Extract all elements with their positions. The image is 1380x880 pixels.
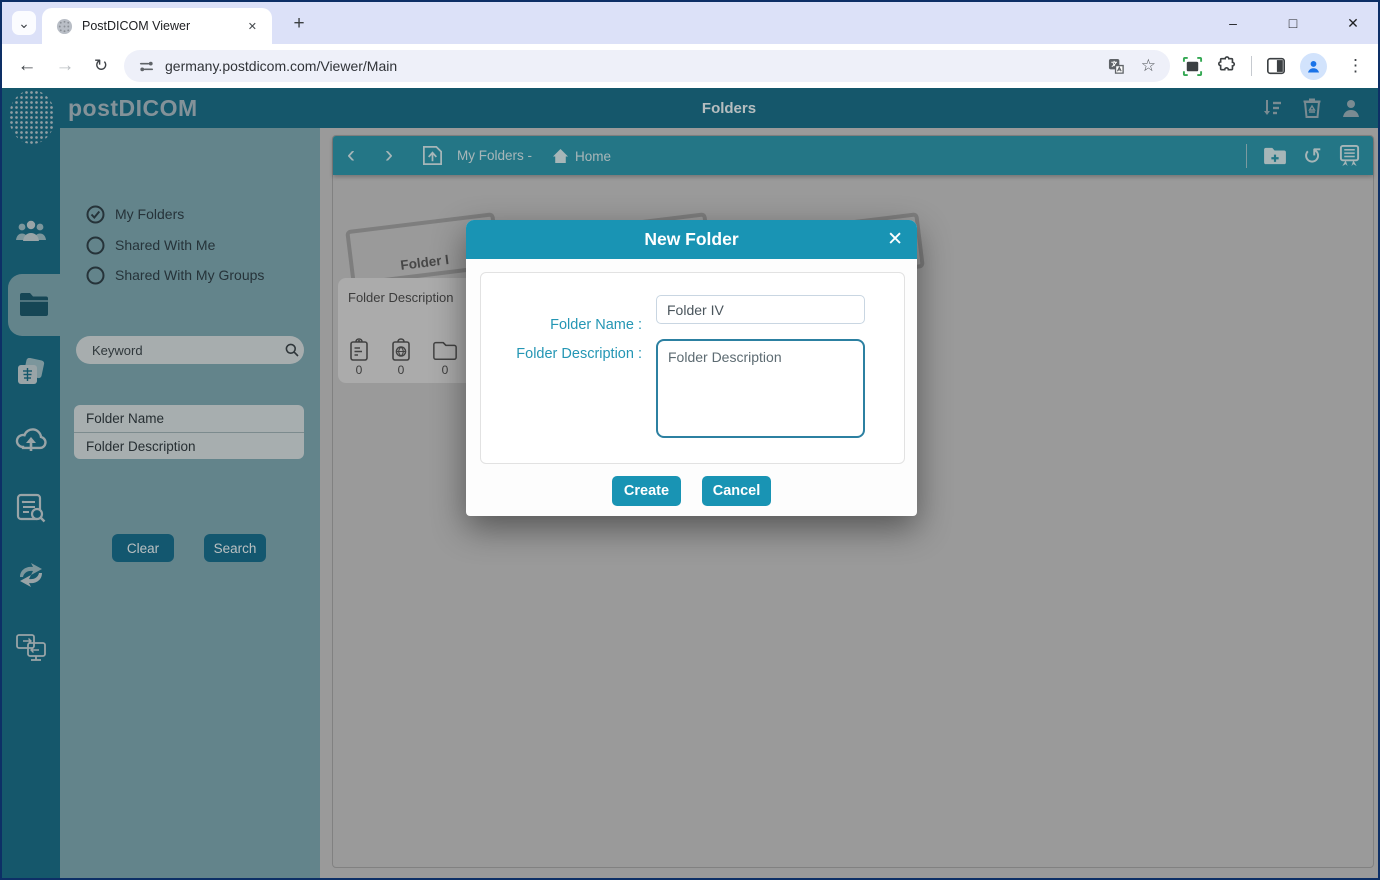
favicon-icon	[56, 18, 73, 35]
folder-name-input[interactable]	[656, 295, 865, 324]
url-text: germany.postdicom.com/Viewer/Main	[165, 58, 1092, 74]
app-page: postDICOM Folders My Folders	[2, 88, 1378, 878]
forward-icon[interactable]: →	[50, 44, 80, 88]
toolbar-divider	[1251, 56, 1252, 76]
create-button[interactable]: Create	[612, 476, 681, 506]
new-folder-dialog: New Folder ✕ Folder Name : Folder Descri…	[466, 220, 917, 516]
profile-avatar[interactable]	[1300, 53, 1327, 80]
tab-close-icon[interactable]: ✕	[243, 17, 262, 36]
side-panel-icon[interactable]	[1266, 56, 1286, 76]
tab-title: PostDICOM Viewer	[82, 19, 243, 33]
reload-icon[interactable]: ↻	[86, 44, 116, 88]
cancel-button[interactable]: Cancel	[702, 476, 771, 506]
window-controls: – □ ✕	[1218, 2, 1368, 44]
maximize-button[interactable]: □	[1278, 15, 1308, 31]
toolbar-right-icons: ⋮	[1182, 44, 1370, 88]
tab-strip: ⌄ PostDICOM Viewer ✕ + – □ ✕	[2, 2, 1378, 44]
extensions-icon[interactable]	[1217, 56, 1237, 76]
tab-search-button[interactable]: ⌄	[12, 11, 36, 35]
window-close-button[interactable]: ✕	[1338, 15, 1368, 32]
folder-name-label: Folder Name :	[466, 317, 642, 333]
browser-tab[interactable]: PostDICOM Viewer ✕	[42, 8, 272, 44]
back-icon[interactable]: ←	[12, 44, 42, 88]
browser-window: ⌄ PostDICOM Viewer ✕ + – □ ✕ ← → ↻ germa…	[0, 0, 1380, 880]
address-bar[interactable]: germany.postdicom.com/Viewer/Main ☆	[124, 50, 1170, 82]
site-info-icon[interactable]	[138, 58, 155, 75]
menu-kebab-icon[interactable]: ⋮	[1341, 56, 1370, 76]
dialog-title: New Folder	[466, 220, 917, 259]
minimize-button[interactable]: –	[1218, 15, 1248, 31]
new-tab-button[interactable]: +	[286, 11, 312, 37]
translate-icon[interactable]	[1108, 58, 1125, 75]
bookmark-star-icon[interactable]: ☆	[1141, 56, 1156, 76]
folder-description-label: Folder Description :	[466, 346, 642, 362]
screenshot-icon[interactable]	[1182, 56, 1203, 77]
dialog-close-icon[interactable]: ✕	[887, 228, 903, 251]
browser-toolbar: ← → ↻ germany.postdicom.com/Viewer/Main …	[2, 44, 1378, 88]
folder-description-input[interactable]	[656, 339, 865, 438]
chevron-down-icon: ⌄	[18, 15, 30, 31]
dialog-header: New Folder ✕	[466, 220, 917, 259]
